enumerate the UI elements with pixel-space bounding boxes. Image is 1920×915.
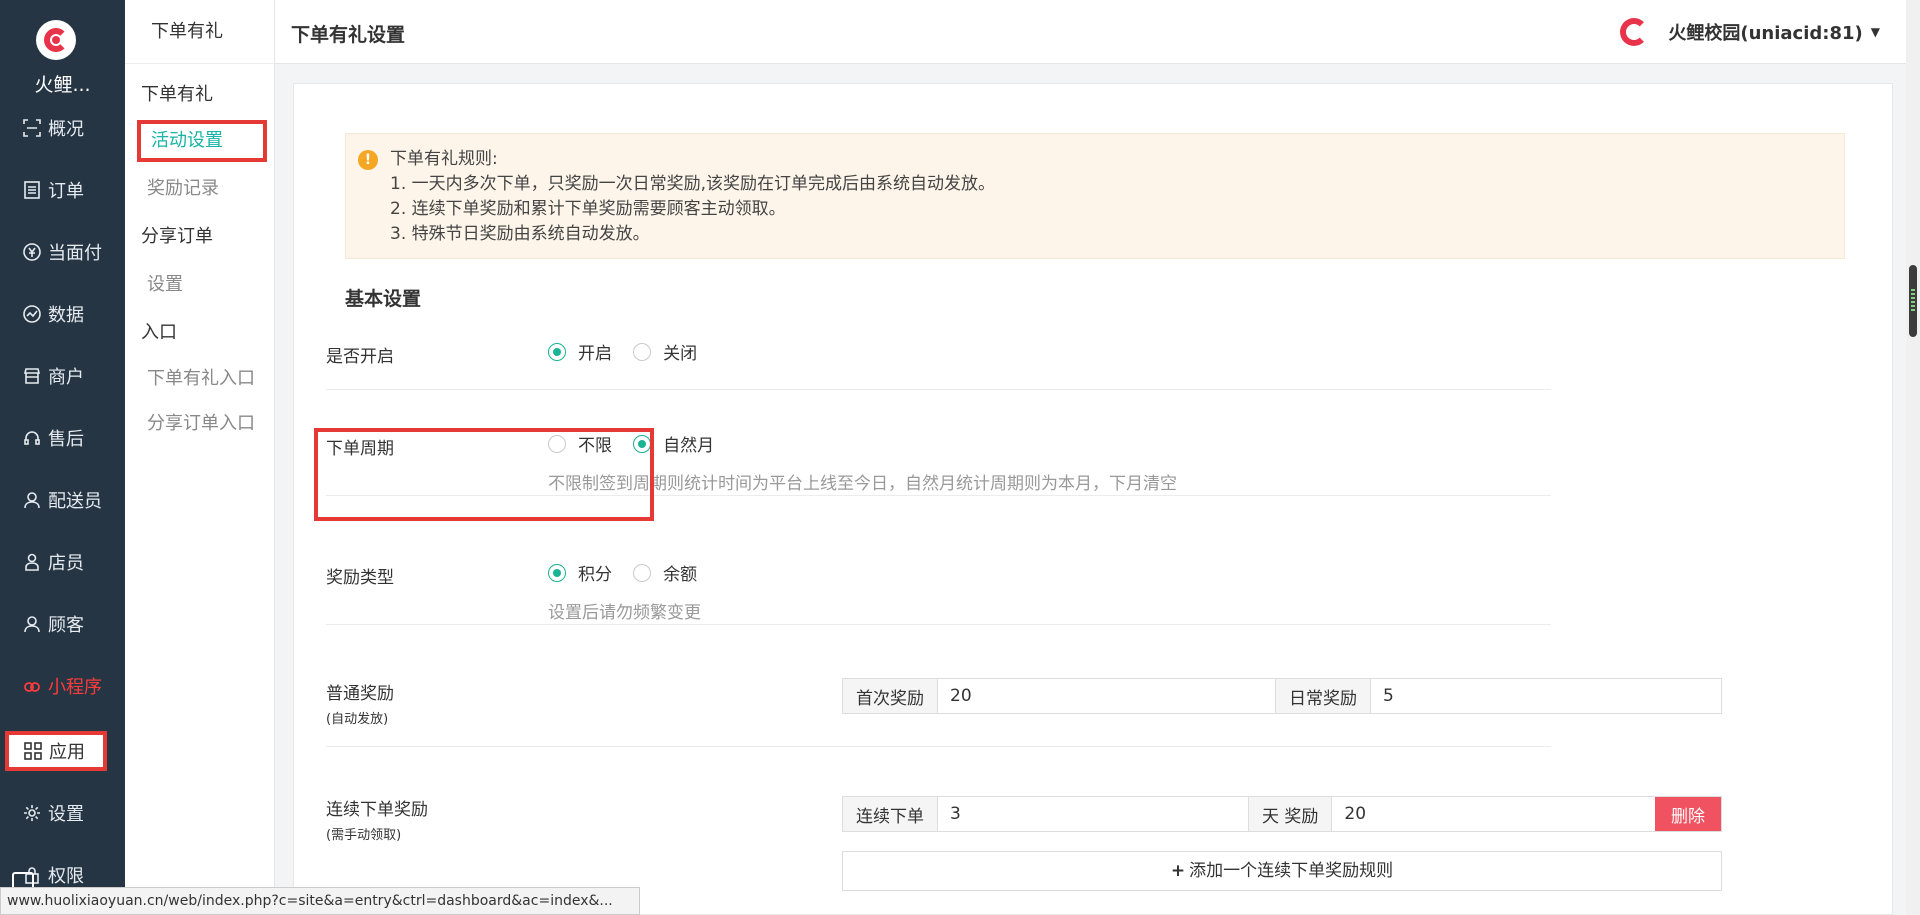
nav-item-face-pay[interactable]: 当面付 [0, 232, 125, 272]
page-title: 下单有礼设置 [291, 24, 406, 46]
account-logo-icon [1620, 18, 1649, 46]
daily-reward-addon: 日常奖励 [1275, 679, 1371, 713]
reward-type-radio-group: 积分 余额 设置后请勿频繁变更 [548, 560, 713, 623]
sub-sidebar: 下单有礼 下单有礼 活动设置 奖励记录 分享订单 设置 入口 下单有礼入口 分享… [125, 0, 275, 915]
nav-item-aftersales[interactable]: 售后 [0, 418, 125, 458]
nav-label: 配送员 [48, 491, 102, 512]
subnav-item-activity-settings[interactable]: 活动设置 [137, 120, 267, 162]
reward-balance-radio[interactable]: 余额 [633, 560, 697, 585]
reward-points-radio[interactable]: 积分 [548, 560, 612, 585]
subnav-item-order-gift-entry[interactable]: 下单有礼入口 [147, 364, 255, 390]
subnav-group-order-gift: 下单有礼 [141, 84, 213, 105]
section-title: 基本设置 [345, 288, 422, 310]
yuan-icon [22, 242, 42, 262]
nav-label: 店员 [48, 553, 84, 574]
subnav-item-share-settings[interactable]: 设置 [147, 270, 183, 296]
main-sidebar: 火鲤... 概况 订单 当面付 数据 商户 售后 配送员 店员 顾客 小程序 应… [0, 0, 125, 915]
nav-item-customers[interactable]: 顾客 [0, 604, 125, 644]
add-streak-rule-button[interactable]: + 添加一个连续下单奖励规则 [842, 851, 1722, 891]
gear-icon [22, 803, 42, 823]
store-icon [22, 366, 42, 386]
enable-radio-group: 开启 关闭 [548, 339, 713, 365]
app: 火鲤... 概况 订单 当面付 数据 商户 售后 配送员 店员 顾客 小程序 应… [0, 0, 1920, 915]
subnav-item-reward-records[interactable]: 奖励记录 [147, 174, 219, 200]
chevron-down-icon: ▼ [1870, 25, 1880, 39]
plus-icon: + [1170, 861, 1186, 881]
nav-label: 应用 [49, 742, 85, 763]
nav-label: 售后 [48, 429, 84, 450]
nav-label: 订单 [48, 181, 84, 202]
notice-line: 3. 特殊节日奖励由系统自动发放。 [390, 224, 650, 244]
normal-reward-input-group: 首次奖励 20 日常奖励 5 [842, 678, 1722, 714]
enable-on-radio[interactable]: 开启 [548, 339, 612, 364]
nav-item-merchants[interactable]: 商户 [0, 356, 125, 396]
nav-label: 顾客 [48, 615, 84, 636]
reward-type-hint: 设置后请勿频繁变更 [548, 602, 701, 623]
nav-label: 数据 [48, 305, 84, 326]
user-icon [22, 490, 42, 510]
nav-label: 设置 [48, 804, 84, 825]
streak-reward-addon: 天 奖励 [1248, 797, 1333, 831]
nav-item-overview[interactable]: 概况 [0, 108, 125, 148]
nav-label: 小程序 [48, 677, 102, 698]
brand-logo[interactable] [36, 20, 76, 60]
nav-item-data[interactable]: 数据 [0, 294, 125, 334]
nav-item-courier[interactable]: 配送员 [0, 480, 125, 520]
normal-reward-label: 普通奖励 (自动发放) [326, 684, 394, 727]
top-bar: 下单有礼设置 火鲤校园(uniacid:81) ▼ [275, 0, 1920, 64]
order-icon [22, 180, 42, 200]
nav-label: 当面付 [48, 243, 102, 264]
chart-icon [22, 304, 42, 324]
first-reward-addon: 首次奖励 [843, 679, 938, 713]
notice-line: 1. 一天内多次下单，只奖励一次日常奖励,该奖励在订单完成后由系统自动发放。 [390, 174, 996, 194]
nav-item-apps[interactable]: 应用 [5, 731, 107, 771]
scan-icon [22, 118, 42, 138]
nav-item-orders[interactable]: 订单 [0, 170, 125, 210]
browser-status-url: www.huolixiaoyuan.cn/web/index.php?c=sit… [0, 887, 640, 915]
rules-notice: ! 下单有礼规则: 1. 一天内多次下单，只奖励一次日常奖励,该奖励在订单完成后… [345, 133, 1845, 259]
notice-line: 2. 连续下单奖励和累计下单奖励需要顾客主动领取。 [390, 199, 786, 219]
account-menu[interactable]: 火鲤校园(uniacid:81) ▼ [1620, 18, 1880, 46]
streak-reward-label: 连续下单奖励 (需手动领取) [326, 800, 428, 843]
person-icon [22, 552, 42, 572]
highlight-box [314, 428, 654, 521]
info-icon: ! [358, 150, 378, 170]
streak-reward-input-group: 连续下单 3 天 奖励 20 删除 [842, 796, 1722, 832]
enable-off-radio[interactable]: 关闭 [633, 339, 697, 364]
apps-icon [23, 741, 43, 761]
subnav-item-share-order-entry[interactable]: 分享订单入口 [147, 409, 255, 435]
row-reward-type: 奖励类型 积分 余额 设置后请勿频繁变更 [326, 557, 1551, 625]
brand-name: 火鲤... [34, 74, 91, 96]
vertical-scrollbar[interactable] [1906, 0, 1920, 915]
streak-reward-sub: (需手动领取) [326, 828, 402, 843]
headset-icon [22, 428, 42, 448]
daily-reward-input[interactable]: 5 [1371, 679, 1721, 713]
streak-reward-input[interactable]: 20 [1332, 797, 1655, 831]
account-name: 火鲤校园(uniacid:81) [1668, 23, 1863, 44]
nav-label: 商户 [48, 367, 84, 388]
miniapp-icon [22, 676, 42, 696]
customer-icon [22, 614, 42, 634]
streak-days-addon: 连续下单 [843, 797, 938, 831]
nav-item-staff[interactable]: 店员 [0, 542, 125, 582]
first-reward-input[interactable]: 20 [938, 679, 1275, 713]
reward-type-label: 奖励类型 [326, 568, 394, 588]
streak-days-input[interactable]: 3 [938, 797, 1248, 831]
normal-reward-sub: (自动发放) [326, 712, 389, 727]
subnav-group-share-order: 分享订单 [141, 226, 213, 247]
subnav-title: 下单有礼 [125, 0, 274, 64]
notice-title: 下单有礼规则: [390, 149, 498, 169]
nav-item-settings[interactable]: 设置 [0, 793, 125, 833]
nav-item-miniapp[interactable]: 小程序 [0, 666, 125, 706]
delete-rule-button[interactable]: 删除 [1655, 797, 1721, 831]
subnav-group-entry: 入口 [141, 322, 177, 343]
nav-label: 权限 [48, 866, 84, 887]
row-enable: 是否开启 开启 关闭 [326, 339, 1551, 390]
scrollbar-thumb[interactable] [1909, 265, 1917, 337]
nav-label: 概况 [48, 119, 84, 140]
enable-label: 是否开启 [326, 347, 394, 367]
